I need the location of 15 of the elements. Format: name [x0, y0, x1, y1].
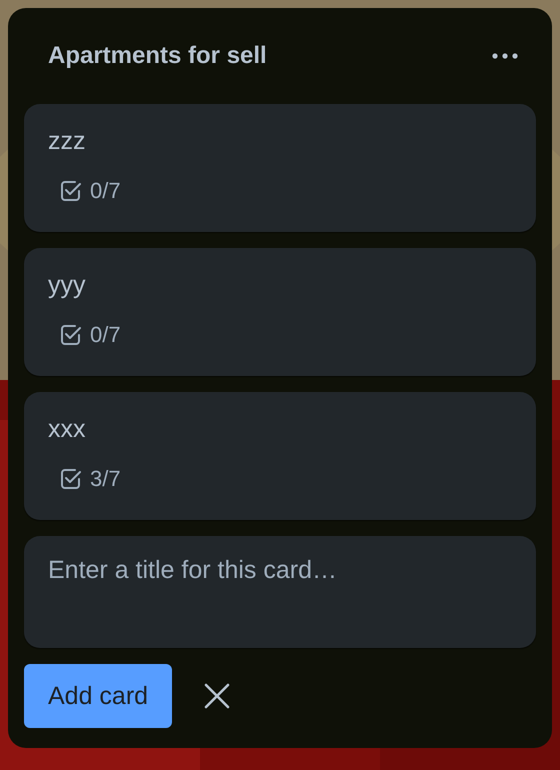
card-title-field[interactable]: Enter a title for this card… [24, 536, 536, 648]
card-title: yyy [48, 270, 86, 301]
list-title[interactable]: Apartments for sell [48, 42, 267, 70]
card-title: xxx [48, 414, 86, 445]
checkbox-icon [60, 180, 82, 202]
checklist-count: 3/7 [90, 466, 121, 492]
card[interactable]: xxx 3/7 [24, 392, 536, 520]
checkbox-icon [60, 324, 82, 346]
add-card-button[interactable]: Add card [24, 664, 172, 728]
checkbox-icon [60, 468, 82, 490]
card[interactable]: yyy 0/7 [24, 248, 536, 376]
checklist-count: 0/7 [90, 178, 121, 204]
card[interactable]: zzz 0/7 [24, 104, 536, 232]
checklist-count: 0/7 [90, 322, 121, 348]
card-title: zzz [48, 126, 86, 157]
